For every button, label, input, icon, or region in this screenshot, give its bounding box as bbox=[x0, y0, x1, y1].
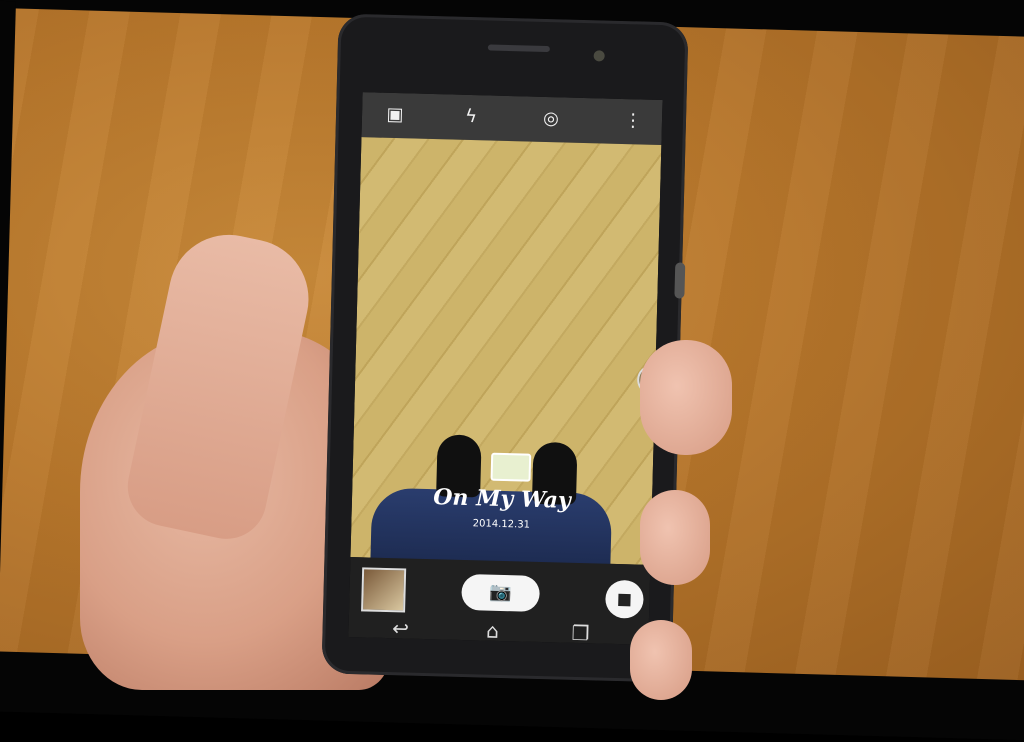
switch-camera-icon[interactable]: ◎ bbox=[538, 107, 565, 132]
smartphone: ▣ ϟ ◎ ⋮ On My Way 2014.12.31 📷 ■ ↩ ⌂ ❐ bbox=[321, 13, 689, 683]
side-button[interactable] bbox=[674, 262, 686, 299]
camera-bottom-bar: 📷 ■ ↩ ⌂ ❐ bbox=[348, 557, 651, 645]
hand-finger-2 bbox=[640, 490, 710, 585]
video-camera-icon: ■ bbox=[616, 589, 633, 609]
watermark-stamp-icon bbox=[490, 452, 532, 482]
camera-top-bar: ▣ ϟ ◎ ⋮ bbox=[361, 92, 663, 146]
watermark-title: On My Way bbox=[432, 484, 572, 514]
camera-viewfinder[interactable]: On My Way 2014.12.31 bbox=[350, 137, 663, 574]
recent-apps-icon[interactable]: ❐ bbox=[562, 620, 599, 645]
camera-icon: 📷 bbox=[489, 581, 513, 604]
back-icon[interactable]: ↩ bbox=[382, 615, 419, 642]
camera-mode-icon[interactable]: ▣ bbox=[382, 103, 409, 128]
android-nav-bar: ↩ ⌂ ❐ bbox=[348, 614, 648, 645]
front-camera bbox=[593, 50, 605, 62]
video-record-button[interactable]: ■ bbox=[604, 579, 644, 619]
hand-finger-3 bbox=[630, 620, 692, 700]
shutter-button[interactable]: 📷 bbox=[461, 573, 541, 612]
more-options-icon[interactable]: ⋮ bbox=[620, 109, 647, 134]
hand-finger-1 bbox=[640, 340, 732, 455]
home-icon[interactable]: ⌂ bbox=[474, 617, 511, 644]
camera-screen: ▣ ϟ ◎ ⋮ On My Way 2014.12.31 📷 ■ ↩ ⌂ ❐ bbox=[348, 92, 663, 645]
flash-icon[interactable]: ϟ bbox=[458, 105, 485, 130]
earpiece bbox=[487, 44, 550, 53]
gallery-thumbnail[interactable] bbox=[361, 567, 407, 613]
